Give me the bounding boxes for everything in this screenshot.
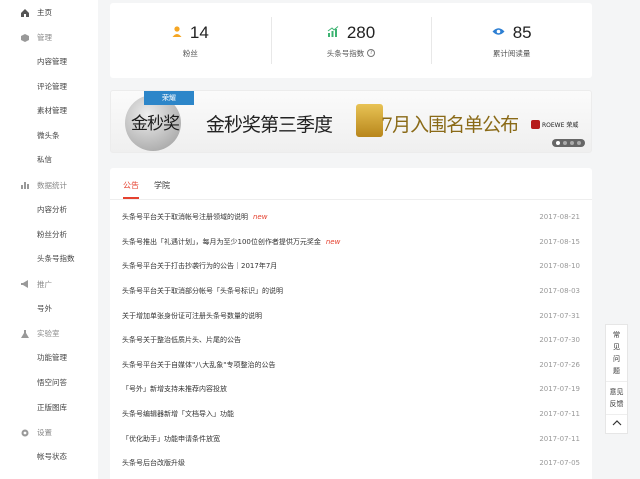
sidebar-item-extra[interactable]: 号外: [0, 297, 98, 322]
sidebar-item-index[interactable]: 头条号指数: [0, 247, 98, 272]
fans-label: 粉丝: [182, 48, 198, 58]
index-label: 头条号指数: [326, 48, 365, 58]
announcement-row[interactable]: 关于增加单张身份证可注册头条号数量的说明 2017-07-31: [110, 303, 592, 328]
stat-fans: 14 粉丝: [110, 3, 271, 78]
reads-label: 累计阅读量: [492, 48, 531, 58]
announcement-title[interactable]: 「优化助手」功能申请条件放宽: [122, 434, 220, 444]
announcement-list: 头条号平台关于取消帐号注册领域的说明 new 2017-08-21 头条号推出「礼遇计…: [110, 205, 592, 476]
new-badge: new: [325, 237, 341, 246]
sidebar-item-content[interactable]: 内容管理: [0, 50, 98, 75]
announcement-title[interactable]: 头条号推出「礼遇计划」，每月为至少100位创作者提供万元奖金 new: [122, 237, 340, 247]
announcement-row[interactable]: 头条号平台关于打击抄袭行为的公告｜2017年7月 2017-08-10: [110, 254, 592, 279]
megaphone-icon: [20, 279, 30, 289]
trend-icon: [327, 26, 339, 39]
sidebar-item-gallery[interactable]: 正版图库: [0, 396, 98, 421]
sidebar-section-promo[interactable]: 推广: [0, 272, 98, 297]
announcement-title[interactable]: 头条号平台关于自媒体"八大乱象"专项整治的公告: [122, 360, 275, 370]
eye-icon: [492, 27, 505, 38]
carousel-dots[interactable]: [552, 139, 585, 147]
announcement-row[interactable]: 头条号平台关于自媒体"八大乱象"专项整治的公告 2017-07-26: [110, 353, 592, 378]
sidebar-section-manage[interactable]: 管理: [0, 25, 98, 50]
sidebar-section-lab[interactable]: 实验室: [0, 321, 98, 346]
cube-icon: [20, 33, 30, 43]
sidebar-item-account-status[interactable]: 帐号状态: [0, 445, 98, 470]
announcement-title[interactable]: 「号外」新增支持未推荐内容投放: [122, 384, 227, 394]
announcement-title[interactable]: 头条号关于整治低质片头、片尾的公告: [122, 335, 241, 345]
index-value: 280: [346, 22, 376, 42]
announcement-date: 2017-08-15: [539, 237, 580, 246]
sidebar-item-wukong[interactable]: 悟空问答: [0, 371, 98, 396]
feedback-button[interactable]: 意见反馈: [606, 381, 627, 414]
announcement-title[interactable]: 头条号后台改版升级: [122, 458, 185, 468]
help-icon[interactable]: ?: [367, 49, 376, 57]
announcement-date: 2017-07-19: [539, 385, 580, 394]
announcement-title[interactable]: 头条号平台关于取消部分帐号「头条号标识」的说明: [122, 286, 283, 296]
announcement-row[interactable]: 头条号后台改版升级 2017-07-05: [110, 451, 592, 476]
carousel-dot[interactable]: [577, 141, 581, 145]
person-icon: [172, 26, 182, 39]
flask-icon: [20, 329, 30, 339]
announcement-row[interactable]: 头条号平台关于取消部分帐号「头条号标识」的说明 2017-08-03: [110, 279, 592, 304]
banner-title-a: 金秒奖第三季度: [206, 114, 333, 136]
new-badge: new: [253, 213, 268, 222]
announcement-date: 2017-08-03: [539, 287, 580, 296]
announcement-row[interactable]: 头条号关于整治低质片头、片尾的公告 2017-07-30: [110, 328, 592, 353]
sidebar-item-microposts[interactable]: 微头条: [0, 124, 98, 149]
ribbon-tag: 荣耀: [144, 91, 194, 105]
announcement-row[interactable]: 头条号推出「礼遇计划」，每月为至少100位创作者提供万元奖金 new 2017-08…: [110, 230, 592, 255]
stat-index: 280 头条号指数 ?: [270, 3, 432, 78]
announcement-title[interactable]: 关于增加单张身份证可注册头条号数量的说明: [122, 311, 262, 321]
sidebar: 主页 管理 内容管理 评论管理 素材管理 微头条 私信 数据统计 内容分析 粉丝…: [0, 0, 98, 479]
faq-button[interactable]: 常见问题: [606, 325, 627, 381]
announcement-row[interactable]: 头条号编辑器新增「文档导入」功能 2017-07-11: [110, 402, 592, 427]
panel-tabs: 公告 学院: [110, 168, 592, 200]
banner-title-b: 7月入围名单公布: [381, 114, 519, 136]
announcement-title[interactable]: 头条号平台关于打击抄袭行为的公告｜2017年7月: [122, 261, 277, 271]
home-icon: [20, 8, 30, 18]
announcements-panel: 公告 学院 头条号平台关于取消帐号注册领域的说明 new 2017-08-21 头条号…: [110, 168, 592, 479]
sidebar-item-materials[interactable]: 素材管理: [0, 99, 98, 124]
announcement-row[interactable]: 「优化助手」功能申请条件放宽 2017-07-11: [110, 426, 592, 451]
announcement-date: 2017-08-21: [539, 213, 580, 222]
announcement-title[interactable]: 头条号平台关于取消帐号注册领域的说明 new: [122, 212, 267, 222]
tab-announcements[interactable]: 公告: [123, 168, 139, 199]
carousel-dot[interactable]: [570, 141, 574, 145]
carousel-dot[interactable]: [556, 141, 560, 145]
sidebar-item-home[interactable]: 主页: [0, 0, 98, 25]
roewe-icon: [531, 120, 540, 129]
fans-count: 14: [189, 22, 209, 42]
announcement-row[interactable]: 头条号平台关于取消帐号注册领域的说明 new 2017-08-21: [110, 205, 592, 230]
announcement-title[interactable]: 头条号编辑器新增「文档导入」功能: [122, 409, 234, 419]
chevron-up-icon: [612, 420, 622, 428]
announcement-date: 2017-07-05: [539, 459, 580, 468]
carousel-dot[interactable]: [563, 141, 567, 145]
promo-banner[interactable]: 金秒奖 荣耀 金秒奖第三季度 7月入围名单公布 ROEWE 荣威: [110, 90, 592, 153]
announcement-date: 2017-07-30: [539, 336, 580, 345]
stats-panel: 14 粉丝 280 头条号指数 ? 85 累计阅读量: [110, 3, 592, 78]
sidebar-item-messages[interactable]: 私信: [0, 148, 98, 173]
announcement-row[interactable]: 「号外」新增支持未推荐内容投放 2017-07-19: [110, 377, 592, 402]
stat-reads: 85 累计阅读量: [431, 3, 592, 78]
sponsor-logo: ROEWE 荣威: [531, 120, 578, 129]
sidebar-item-comments[interactable]: 评论管理: [0, 75, 98, 100]
announcement-date: 2017-07-31: [539, 311, 580, 320]
sidebar-item-fans-analysis[interactable]: 粉丝分析: [0, 223, 98, 248]
sidebar-item-features[interactable]: 功能管理: [0, 346, 98, 371]
bar-chart-icon: [20, 180, 30, 190]
sidebar-item-content-analysis[interactable]: 内容分析: [0, 198, 98, 223]
floating-help: 常见问题 意见反馈: [605, 324, 628, 434]
sidebar-section-data[interactable]: 数据统计: [0, 173, 98, 198]
announcement-date: 2017-07-11: [539, 410, 580, 419]
announcement-date: 2017-07-11: [539, 434, 580, 443]
tab-academy[interactable]: 学院: [154, 168, 170, 199]
reads-count: 85: [512, 22, 532, 42]
announcement-date: 2017-07-26: [539, 360, 580, 369]
trophy-icon: [356, 104, 383, 137]
sidebar-section-settings[interactable]: 设置: [0, 420, 98, 445]
back-to-top-button[interactable]: [606, 414, 627, 433]
gear-icon: [20, 428, 30, 438]
announcement-date: 2017-08-10: [539, 262, 580, 271]
